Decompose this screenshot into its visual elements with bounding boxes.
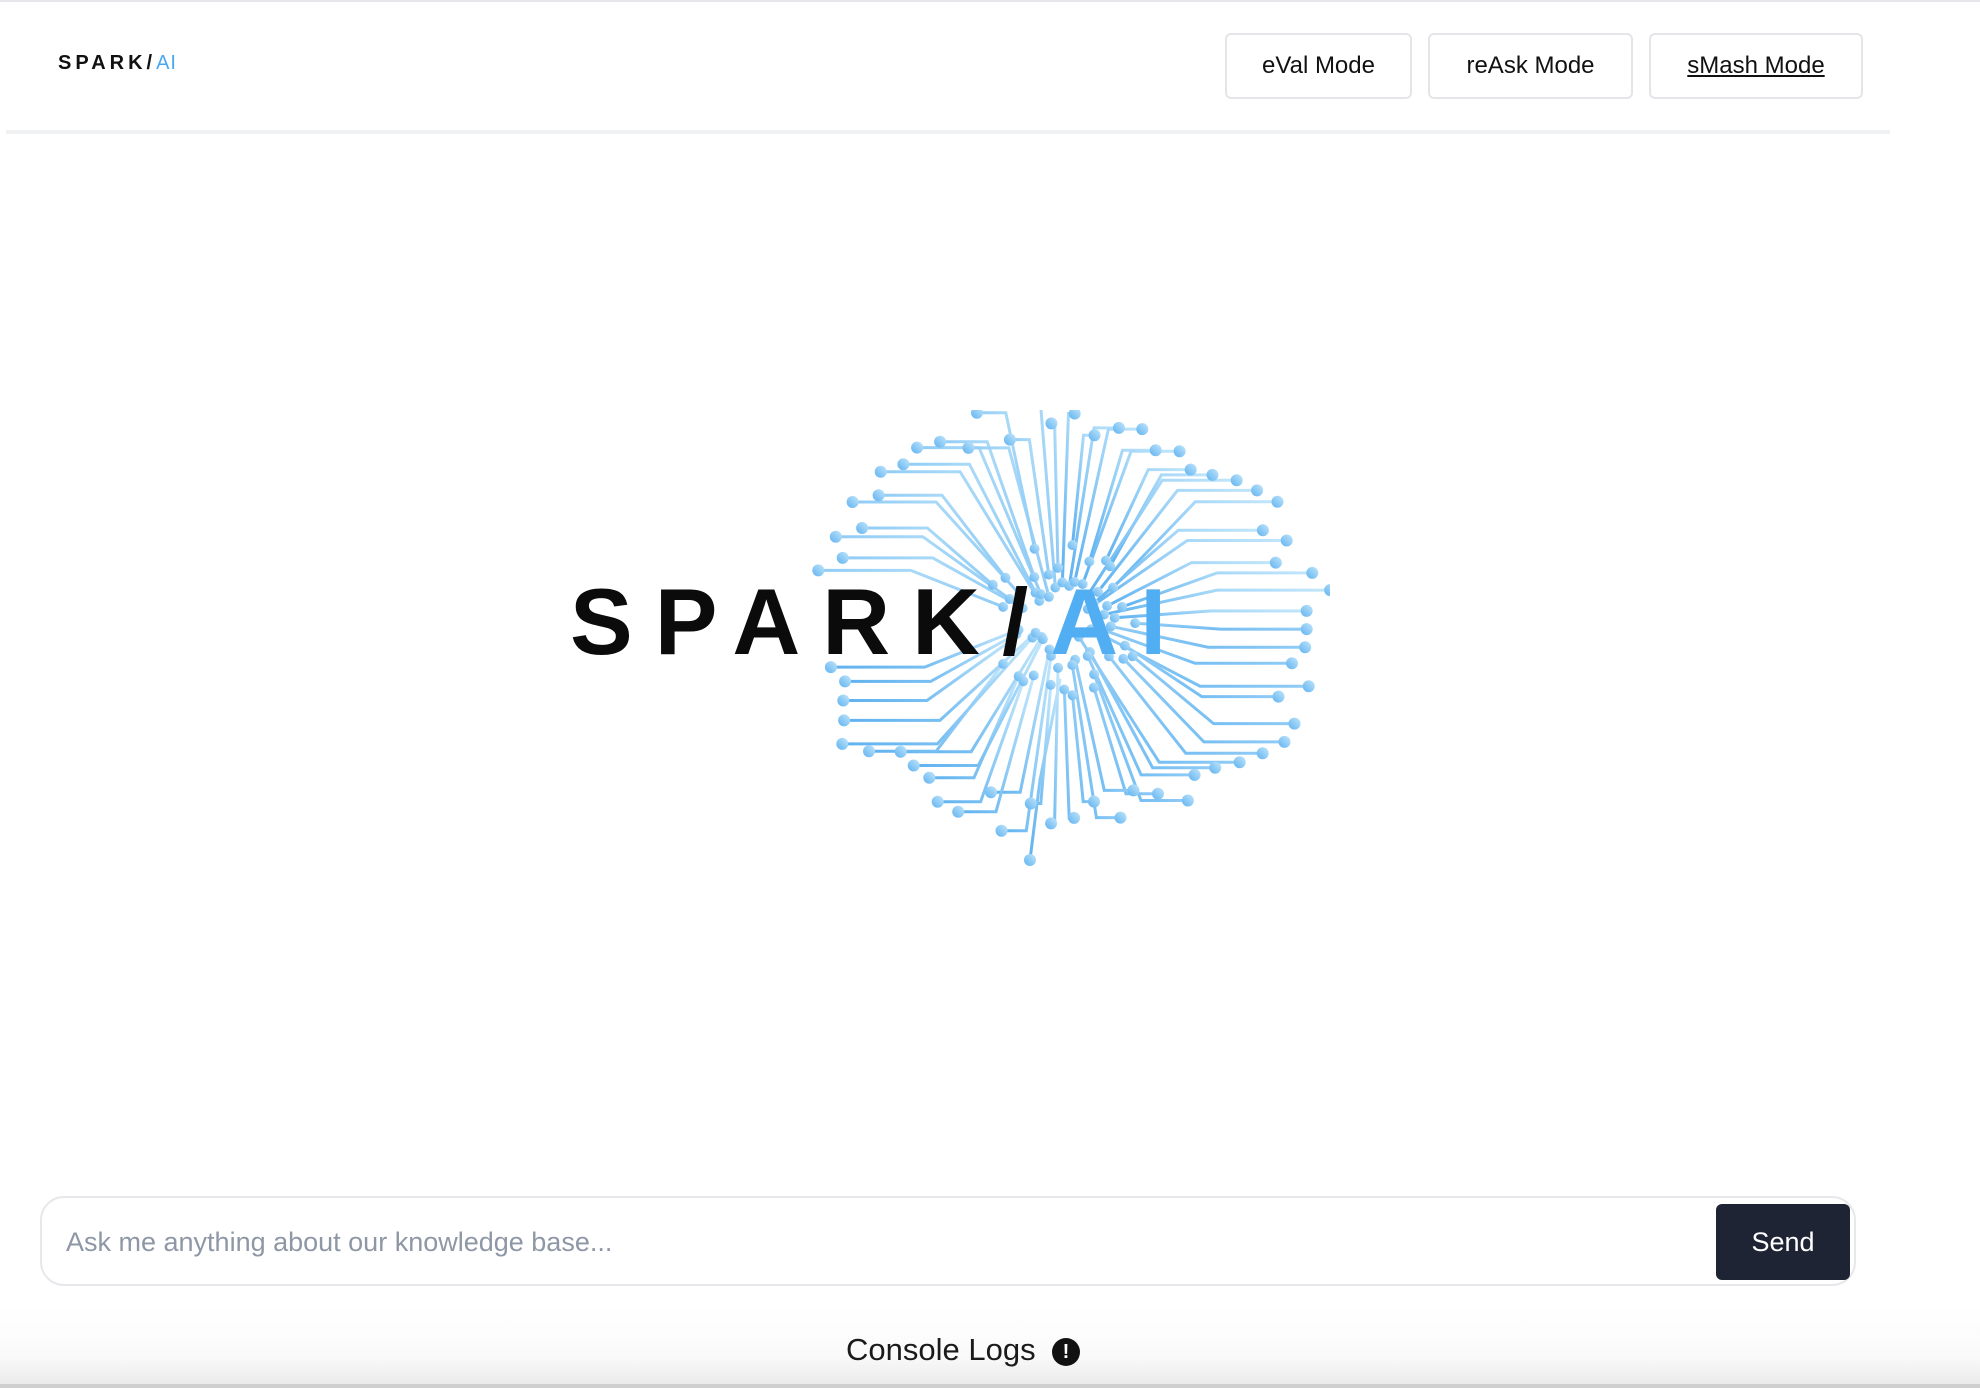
- circuit-node: [1024, 854, 1036, 866]
- circuit-node: [1067, 690, 1078, 701]
- circuit-node: [1088, 682, 1099, 693]
- circuit-node: [1045, 679, 1056, 690]
- chat-input[interactable]: [64, 1212, 1688, 1272]
- hero-title: SPARK/AI: [570, 575, 1188, 669]
- alert-circle-icon[interactable]: !: [1052, 1338, 1080, 1366]
- circuit-node: [1280, 534, 1293, 547]
- circuit-node: [995, 824, 1008, 837]
- top-navbar: SPARK/AI eVal Mode reAsk Mode sMash Mode: [6, 2, 1890, 134]
- circuit-node: [1045, 417, 1058, 430]
- circuit-node: [1288, 717, 1301, 730]
- circuit-node: [1299, 641, 1312, 654]
- circuit-node: [1088, 795, 1100, 808]
- smash-mode-button[interactable]: sMash Mode: [1649, 33, 1863, 99]
- send-button[interactable]: Send: [1716, 1204, 1850, 1280]
- circuit-node: [1088, 429, 1101, 442]
- circuit-node: [829, 530, 842, 543]
- circuit-node: [931, 795, 944, 808]
- circuit-node: [856, 522, 869, 534]
- circuit-node: [1272, 690, 1285, 703]
- page: SPARK/AI eVal Mode reAsk Mode sMash Mode…: [0, 0, 1980, 1388]
- circuit-node: [1149, 444, 1162, 457]
- circuit-node: [872, 489, 885, 502]
- circuit-node: [911, 441, 924, 454]
- circuit-node: [1302, 680, 1315, 693]
- circuit-node: [836, 551, 849, 564]
- header-logo[interactable]: SPARK/AI: [58, 52, 177, 75]
- circuit-node: [1068, 811, 1081, 824]
- console-logs-toggle[interactable]: Console Logs: [846, 1332, 1036, 1368]
- circuit-node: [1173, 445, 1186, 458]
- hero-title-main: SPARK/: [570, 569, 1051, 674]
- circuit-node: [836, 737, 849, 750]
- circuit-node: [1251, 484, 1264, 497]
- circuit-trace: [975, 411, 1037, 551]
- circuit-node: [1029, 543, 1040, 554]
- circuit-node: [894, 745, 907, 758]
- circuit-node: [1209, 761, 1222, 774]
- chat-input-bar: Send: [40, 1196, 1856, 1286]
- circuit-node: [1184, 463, 1197, 476]
- circuit-node: [923, 771, 936, 784]
- circuit-node: [1068, 410, 1081, 420]
- circuit-node: [1084, 556, 1095, 567]
- circuit-node: [838, 714, 851, 727]
- circuit-node: [837, 694, 850, 707]
- circuit-node: [1059, 684, 1070, 695]
- circuit-node: [1271, 495, 1284, 508]
- circuit-node: [1324, 584, 1330, 597]
- window-bottom-edge: [0, 1384, 1980, 1388]
- circuit-node: [1306, 566, 1319, 579]
- circuit-node: [846, 496, 859, 508]
- circuit-node: [985, 786, 997, 799]
- circuit-node: [874, 465, 887, 478]
- circuit-node: [907, 759, 920, 772]
- circuit-node: [863, 745, 875, 758]
- circuit-trace: [927, 674, 1021, 780]
- circuit-node: [971, 410, 983, 419]
- circuit-node: [1188, 768, 1201, 781]
- reask-mode-button[interactable]: reAsk Mode: [1428, 33, 1633, 99]
- circuit-node: [1300, 623, 1313, 636]
- circuit-node: [1256, 747, 1269, 760]
- circuit-node: [1067, 540, 1078, 551]
- circuit-node: [1114, 811, 1127, 824]
- circuit-node: [952, 805, 965, 818]
- circuit-node: [1230, 474, 1243, 487]
- circuit-node: [1112, 421, 1125, 434]
- circuit-node: [1233, 756, 1246, 769]
- circuit-node: [897, 458, 910, 471]
- header-logo-accent: AI: [156, 52, 177, 74]
- hero-title-accent: AI: [1050, 569, 1189, 674]
- circuit-node: [1136, 423, 1149, 436]
- circuit-node: [839, 675, 852, 688]
- circuit-node: [1127, 784, 1140, 797]
- circuit-node: [1300, 604, 1313, 617]
- console-logs-bar: Console Logs !: [0, 1306, 1980, 1388]
- circuit-trace: [1081, 449, 1182, 586]
- header-logo-main: SPARK/: [58, 52, 157, 74]
- circuit-node: [1024, 797, 1037, 810]
- eval-mode-button[interactable]: eVal Mode: [1225, 33, 1412, 99]
- hero-logo: SPARK/AI: [570, 410, 1330, 880]
- circuit-node: [1152, 787, 1164, 800]
- circuit-node: [1269, 556, 1282, 569]
- circuit-node: [1045, 817, 1058, 830]
- circuit-node: [1286, 657, 1298, 670]
- circuit-node: [1278, 735, 1291, 748]
- circuit-node: [962, 441, 975, 454]
- circuit-node: [1256, 524, 1269, 537]
- circuit-node: [1003, 433, 1016, 446]
- circuit-node: [934, 435, 947, 448]
- circuit-node: [1181, 794, 1194, 807]
- circuit-node: [1206, 468, 1219, 481]
